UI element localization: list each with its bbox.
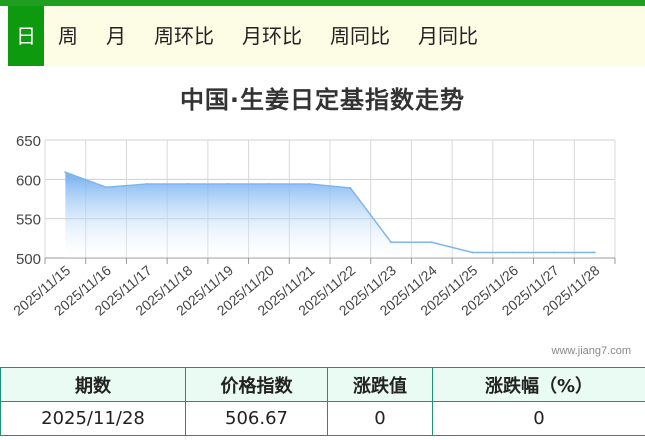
data-point — [430, 241, 433, 244]
cell-price-index: 506.67 — [185, 401, 328, 436]
data-point — [349, 186, 352, 189]
data-point — [512, 251, 515, 254]
data-point — [267, 183, 270, 186]
data-point — [390, 241, 393, 244]
data-point — [145, 183, 148, 186]
data-point — [308, 183, 311, 186]
summary-header-row: 期数 价格指数 涨跌值 涨跌幅（%） — [0, 367, 645, 402]
data-point — [105, 186, 108, 189]
y-tick-label: 500 — [16, 251, 41, 268]
index-chart: 5005506006502025/11/152025/11/162025/11/… — [10, 133, 616, 319]
cell-change-value: 0 — [327, 401, 433, 436]
summary-data-row: 2025/11/28 506.67 0 0 — [0, 401, 645, 436]
cell-period: 2025/11/28 — [0, 401, 186, 436]
data-point — [593, 251, 596, 254]
data-point — [186, 183, 189, 186]
cell-change-percent: 0 — [432, 401, 645, 436]
y-tick-label: 650 — [16, 133, 41, 150]
header-change-percent: 涨跌幅（%） — [432, 367, 645, 402]
data-point — [64, 171, 67, 174]
y-tick-label: 550 — [16, 212, 41, 229]
header-price-index: 价格指数 — [185, 367, 328, 402]
y-tick-label: 600 — [16, 172, 41, 189]
header-period: 期数 — [0, 367, 186, 402]
header-change-value: 涨跌值 — [327, 367, 433, 402]
summary-table: 期数 价格指数 涨跌值 涨跌幅（%） 2025/11/28 506.67 0 0 — [0, 367, 645, 436]
data-point — [227, 183, 230, 186]
watermark: www.jiang7.com — [551, 345, 631, 357]
data-point — [471, 251, 474, 254]
data-point — [552, 251, 555, 254]
